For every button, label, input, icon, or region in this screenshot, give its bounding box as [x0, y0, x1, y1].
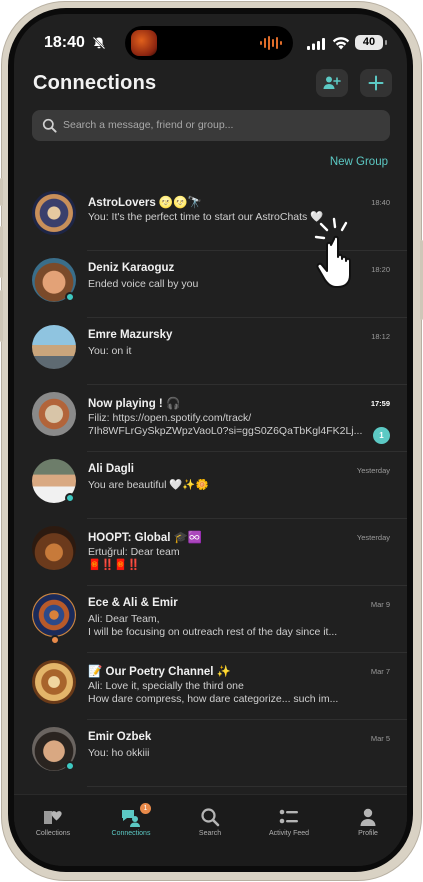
nav-collections[interactable]: Collections [14, 795, 92, 855]
chat-time: 18:40 [371, 198, 390, 207]
now-playing-app-icon [131, 30, 157, 56]
chat-time: 18:12 [371, 332, 390, 341]
wifi-icon [332, 37, 350, 50]
plus-icon [368, 75, 384, 91]
chat-preview: Ertuğrul: Dear team 🧧‼️🧧‼️ [88, 546, 364, 572]
chat-preview-line: Ertuğrul: Dear team [88, 546, 180, 558]
tap-hand-cursor-icon [314, 217, 351, 288]
page-title: Connections [33, 72, 157, 94]
group-indicator-dot [50, 635, 60, 645]
chat-time: Mar 5 [370, 734, 390, 743]
chat-name: Emir Ozbek [88, 731, 152, 743]
chat-preview-line: Ali: Love it, specially the third one [88, 680, 244, 692]
heart-book-icon [44, 811, 62, 824]
chat-preview: Ali: Dear Team, I will be focusing on ou… [88, 613, 364, 639]
chat-time: Mar 9 [370, 600, 390, 609]
chat-preview-line: 7Ih8WFLrGySkpZWpzVaoL0?si=ggS0Z6QaTbKgl4… [88, 425, 363, 437]
avatar [32, 191, 76, 235]
chat-time: Yesterday [356, 466, 390, 475]
chat-time: 17:59 [370, 399, 390, 408]
unread-count-badge: 1 [373, 427, 390, 444]
online-status-dot [65, 493, 75, 503]
nav-label: Collections [35, 830, 71, 837]
chat-time: 18:20 [371, 265, 390, 274]
chat-name: HOOPT: Global 🎓♾️ [88, 532, 203, 544]
chat-preview: You: on it [88, 345, 132, 357]
volume-up-button [0, 226, 3, 278]
volume-down-button [0, 290, 3, 342]
chat-name: AstroLovers 🌝🌝🔭 [88, 197, 202, 209]
nav-profile[interactable]: Profile [329, 795, 407, 855]
chat-row-now-playing[interactable]: Now playing ! 🎧 Filiz: https://open.spot… [14, 385, 407, 452]
new-group-link[interactable]: New Group [330, 156, 388, 168]
search-icon [42, 118, 57, 133]
chat-row-emre-mazursky[interactable]: Emre Mazursky You: on it 18:12 [14, 318, 407, 385]
online-status-dot [65, 761, 75, 771]
person-icon [360, 808, 376, 826]
nav-label: Activity Feed [268, 830, 310, 837]
chat-preview-line: 🧧‼️🧧‼️ [88, 559, 141, 571]
chat-people-icon [122, 810, 140, 827]
chat-preview: Filiz: https://open.spotify.com/track/ 7… [88, 412, 364, 438]
chat-name: Now playing ! 🎧 [88, 398, 181, 410]
chat-preview: You are beautiful 🤍✨🌼 [88, 479, 209, 491]
chat-row-hoopt-global[interactable]: HOOPT: Global 🎓♾️ Ertuğrul: Dear team 🧧‼… [14, 519, 407, 586]
audio-waveform-icon [260, 36, 282, 50]
muted-bell-icon [92, 36, 106, 50]
chat-preview: Ali: Love it, specially the third one Ho… [88, 680, 364, 706]
divider [87, 786, 407, 787]
chat-row-ece-ali-emir[interactable]: Ece & Ali & Emir Ali: Dear Team, I will … [14, 586, 407, 653]
nav-connections[interactable]: 1 Connections [92, 795, 170, 855]
battery-indicator: 40 [355, 35, 387, 50]
cellular-signal-icon [307, 38, 325, 50]
avatar [32, 526, 76, 570]
add-friend-button[interactable] [316, 69, 348, 97]
dynamic-island [125, 26, 293, 60]
nav-label: Search [198, 830, 222, 837]
nav-search[interactable]: Search [171, 795, 249, 855]
chat-preview-line: I will be focusing on outreach rest of t… [88, 626, 338, 638]
chat-row-poetry-channel[interactable]: 📝 Our Poetry Channel ✨ Ali: Love it, spe… [14, 653, 407, 720]
chat-time: Yesterday [356, 533, 390, 542]
nav-badge: 1 [140, 803, 151, 814]
add-person-icon [323, 76, 341, 89]
bottom-navigation: Collections 1 Connections Search Activit… [14, 794, 407, 866]
chat-preview-line: Ali: Dear Team, [88, 613, 160, 625]
chat-time: Mar 7 [370, 667, 390, 676]
search-placeholder: Search a message, friend or group... [63, 119, 234, 131]
chat-row-emir-ozbek[interactable]: Emir Ozbek You: ho okkiii Mar 5 [14, 720, 407, 787]
avatar [32, 660, 76, 704]
search-input[interactable]: Search a message, friend or group... [32, 110, 390, 141]
chat-name: 📝 Our Poetry Channel ✨ [88, 666, 232, 678]
chat-name: Ece & Ali & Emir [88, 597, 178, 609]
status-time: 18:40 [44, 34, 85, 51]
chat-name: Ali Dagli [88, 463, 135, 475]
nav-label: Profile [358, 830, 378, 837]
avatar [32, 392, 76, 436]
chat-row-ali-dagli[interactable]: Ali Dagli You are beautiful 🤍✨🌼 Yesterda… [14, 452, 407, 519]
avatar [32, 325, 76, 369]
search-icon [201, 808, 220, 827]
nav-label: Connections [111, 830, 151, 837]
chat-preview: You: ho okkiii [88, 747, 150, 759]
avatar [32, 593, 76, 637]
chat-name: Emre Mazursky [88, 329, 173, 341]
nav-activity-feed[interactable]: Activity Feed [250, 795, 328, 855]
chat-preview-line: How dare compress, how dare categorize..… [88, 693, 339, 705]
new-chat-button[interactable] [360, 69, 392, 97]
mute-switch [0, 178, 3, 206]
app-screen: 18:40 40 Connections Search a message, f… [14, 14, 407, 866]
feed-list-icon [279, 809, 298, 824]
chat-name: Deniz Karaoguz [88, 262, 175, 274]
chat-preview-line: Filiz: https://open.spotify.com/track/ [88, 412, 252, 424]
online-status-dot [65, 292, 75, 302]
